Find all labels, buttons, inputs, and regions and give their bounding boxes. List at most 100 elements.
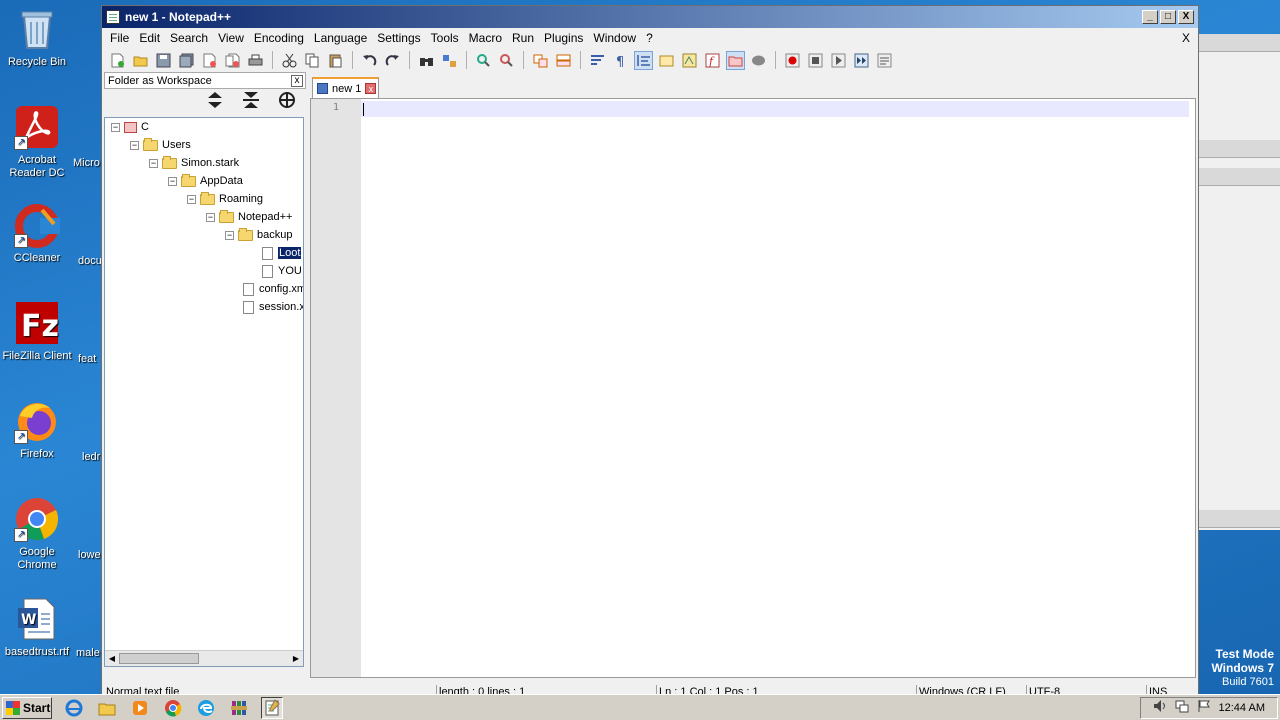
close-all-icon[interactable] (223, 51, 242, 70)
desktop-partial-label[interactable]: Micro (73, 157, 103, 170)
menu-edit[interactable]: Edit (135, 31, 166, 45)
tab-close-icon[interactable]: x (365, 83, 377, 94)
find-icon[interactable] (417, 51, 436, 70)
desktop-icon-basedtrust[interactable]: W basedtrust.rtf (0, 596, 74, 659)
edge-icon[interactable] (195, 697, 217, 719)
scroll-left-icon[interactable]: ◀ (106, 652, 118, 665)
collapse-icon[interactable]: − (206, 212, 215, 222)
zoom-out-icon[interactable] (497, 51, 516, 70)
volume-icon[interactable] (1153, 699, 1167, 716)
zoom-in-icon[interactable] (474, 51, 493, 70)
playback-macro-icon[interactable] (829, 51, 848, 70)
user-defined-language-icon[interactable] (657, 51, 676, 70)
folder-tree[interactable]: − C − Users − Simon.stark − AppData − Ro… (104, 117, 304, 667)
save-icon[interactable] (154, 51, 173, 70)
indent-guide-icon[interactable] (634, 50, 653, 70)
desktop-icon-chrome[interactable]: ↗ Google Chrome (0, 496, 74, 572)
sync-horizontal-icon[interactable] (554, 51, 573, 70)
function-list-icon[interactable]: f (703, 51, 722, 70)
open-file-icon[interactable] (131, 51, 150, 70)
tree-node-users[interactable]: − Users (130, 136, 191, 154)
horizontal-scrollbar[interactable]: ◀ ▶ (105, 650, 303, 666)
save-macro-icon[interactable] (875, 51, 894, 70)
tree-node-config[interactable]: config.xm (243, 280, 303, 298)
start-button[interactable]: Start (2, 696, 52, 719)
menu-settings[interactable]: Settings (373, 31, 426, 45)
word-wrap-icon[interactable] (588, 51, 607, 70)
run-macro-multiple-icon[interactable] (852, 51, 871, 70)
desktop-icon-firefox[interactable]: ↗ Firefox (0, 398, 74, 461)
scroll-right-icon[interactable]: ▶ (290, 652, 302, 665)
desktop-icon-acrobat[interactable]: ↗ Acrobat Reader DC (0, 104, 74, 180)
minimize-button[interactable]: _ (1142, 10, 1158, 24)
tree-node-session[interactable]: session.x (243, 298, 303, 316)
record-macro-icon[interactable] (783, 51, 802, 70)
cut-icon[interactable] (280, 51, 299, 70)
internet-explorer-icon[interactable] (63, 697, 85, 719)
winrar-icon[interactable] (228, 697, 250, 719)
collapse-all-icon[interactable] (242, 91, 260, 113)
menu-file[interactable]: File (106, 31, 135, 45)
close-file-icon[interactable] (200, 51, 219, 70)
menu-run[interactable]: Run (508, 31, 540, 45)
locate-current-file-icon[interactable] (278, 91, 296, 113)
show-all-characters-icon[interactable]: ¶ (611, 51, 630, 70)
editor-area[interactable]: 1 (310, 98, 1196, 678)
menu-help[interactable]: ? (642, 31, 659, 45)
desktop-icon-ccleaner[interactable]: ↗ CCleaner (0, 202, 74, 265)
print-icon[interactable] (246, 51, 265, 70)
collapse-icon[interactable]: − (149, 158, 158, 168)
document-map-icon[interactable] (680, 51, 699, 70)
desktop-partial-label[interactable]: male (76, 647, 103, 660)
network-icon[interactable] (1175, 699, 1189, 716)
menu-tools[interactable]: Tools (427, 31, 465, 45)
stop-recording-icon[interactable] (806, 51, 825, 70)
tree-node-simon-stark[interactable]: − Simon.stark (149, 154, 239, 172)
collapse-icon[interactable]: − (130, 140, 139, 150)
menu-encoding[interactable]: Encoding (250, 31, 310, 45)
menu-macro[interactable]: Macro (465, 31, 508, 45)
chrome-taskbar-icon[interactable] (162, 697, 184, 719)
sync-vertical-icon[interactable] (531, 51, 550, 70)
expand-all-icon[interactable] (206, 91, 224, 113)
clock[interactable]: 12:44 AM (1219, 702, 1265, 714)
close-document-button[interactable]: X (1182, 31, 1190, 45)
maximize-button[interactable]: □ (1160, 10, 1176, 24)
action-center-flag-icon[interactable] (1197, 699, 1211, 716)
menu-language[interactable]: Language (310, 31, 373, 45)
desktop-partial-label[interactable]: ledr (82, 451, 103, 464)
close-button[interactable]: X (1178, 10, 1194, 24)
redo-icon[interactable] (383, 51, 402, 70)
paste-icon[interactable] (326, 51, 345, 70)
panel-close-button[interactable]: x (291, 75, 303, 87)
title-bar[interactable]: new 1 - Notepad++ _ □ X (102, 6, 1198, 28)
tree-node-appdata[interactable]: − AppData (168, 172, 243, 190)
scrollbar-thumb[interactable] (119, 653, 199, 664)
file-explorer-icon[interactable] (96, 697, 118, 719)
collapse-icon[interactable]: − (225, 230, 234, 240)
monitoring-icon[interactable] (749, 51, 768, 70)
desktop-icon-recycle-bin[interactable]: Recycle Bin (0, 6, 74, 69)
notepadpp-taskbar-icon[interactable] (261, 696, 283, 719)
tree-node-drive-c[interactable]: − C (111, 118, 149, 136)
undo-icon[interactable] (360, 51, 379, 70)
menu-window[interactable]: Window (589, 31, 642, 45)
menu-plugins[interactable]: Plugins (540, 31, 589, 45)
collapse-icon[interactable]: − (187, 194, 196, 204)
desktop-partial-label[interactable]: lowe (78, 549, 103, 562)
save-all-icon[interactable] (177, 51, 196, 70)
collapse-icon[interactable]: − (168, 176, 177, 186)
desktop-partial-label[interactable]: feat (78, 353, 103, 366)
notepadpp-window[interactable]: new 1 - Notepad++ _ □ X File Edit Search… (101, 5, 1199, 699)
background-window[interactable] (1198, 34, 1280, 530)
folder-as-workspace-icon[interactable] (726, 50, 745, 70)
media-player-icon[interactable] (129, 697, 151, 719)
tree-node-backup[interactable]: − backup (225, 226, 292, 244)
tree-node-loot[interactable]: Loot (262, 244, 302, 262)
tree-node-roaming[interactable]: − Roaming (187, 190, 263, 208)
replace-icon[interactable] (440, 51, 459, 70)
collapse-icon[interactable]: − (111, 122, 120, 132)
tree-node-notepadpp[interactable]: − Notepad++ (206, 208, 292, 226)
new-file-icon[interactable] (108, 51, 127, 70)
desktop-icon-filezilla[interactable]: Fz FileZilla Client (0, 300, 74, 363)
